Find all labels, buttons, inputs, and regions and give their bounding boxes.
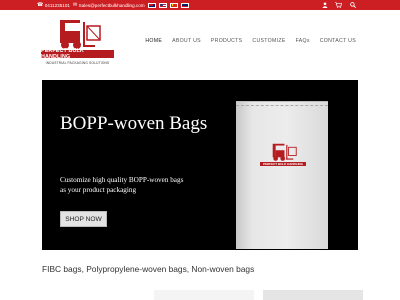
bag-logo: PERFECT BULK HANDLING — [260, 142, 306, 172]
forklift-icon — [60, 20, 101, 49]
phone-icon: ☎ — [37, 1, 44, 8]
gb-flag-icon[interactable] — [180, 2, 189, 8]
cart-icon[interactable] — [335, 2, 342, 9]
phone-number: 0411235101 — [44, 2, 70, 8]
email-link[interactable]: ✉ Sales@perfectbulkhandling.com — [72, 1, 145, 8]
product-card[interactable] — [263, 290, 363, 300]
envelope-icon: ✉ — [72, 1, 78, 8]
logo-wordmark: PERFECT BULK HANDLING — [41, 48, 114, 60]
nav-faqs[interactable]: FAQs — [296, 38, 310, 44]
product-categories-text: FIBC bags, Polypropylene-woven bags, Non… — [42, 264, 255, 274]
top-bar: ☎ 0411235101 ✉ Sales@perfectbulkhandling… — [0, 0, 400, 10]
hero-banner: BOPP-woven Bags Customize high quality B… — [42, 80, 358, 250]
account-tools — [321, 0, 356, 10]
hero-description: Customize high quality BOPP-woven bags a… — [60, 176, 184, 195]
hero-title: BOPP-woven Bags — [60, 113, 208, 134]
nav-about-us[interactable]: ABOUT US — [172, 38, 201, 44]
us-flag-icon[interactable] — [158, 2, 167, 8]
product-card[interactable] — [154, 290, 254, 300]
bag-logo-text: PERFECT BULK HANDLING — [260, 162, 306, 166]
email-address: Sales@perfectbulkhandling.com — [78, 2, 145, 8]
user-icon[interactable] — [321, 2, 328, 9]
nav-contact-us[interactable]: CONTACT US — [320, 38, 356, 44]
au-flag-icon[interactable] — [147, 2, 156, 8]
logo-tagline: INDUSTRIAL PACKAGING SOLUTIONS — [45, 61, 110, 65]
bopp-bag-image: PERFECT BULK HANDLING — [236, 101, 328, 249]
nav-customize[interactable]: CUSTOMIZE — [252, 38, 285, 44]
nav-home[interactable]: HOME — [145, 38, 162, 44]
cn-flag-icon[interactable] — [169, 2, 178, 8]
shop-now-button[interactable]: SHOP NOW — [60, 211, 107, 227]
site-logo[interactable]: PERFECT BULK HANDLING INDUSTRIAL PACKAGI… — [41, 17, 114, 69]
bag-forklift-icon — [272, 143, 297, 161]
phone-link[interactable]: ☎ 0411235101 — [37, 1, 70, 8]
nav-products[interactable]: PRODUCTS — [211, 38, 243, 44]
search-icon[interactable] — [349, 2, 356, 9]
main-nav: HOME ABOUT US PRODUCTS CUSTOMIZE FAQs CO… — [145, 38, 356, 44]
contact-info: ☎ 0411235101 ✉ Sales@perfectbulkhandling… — [37, 0, 189, 10]
bag-stitch-line — [236, 105, 328, 106]
